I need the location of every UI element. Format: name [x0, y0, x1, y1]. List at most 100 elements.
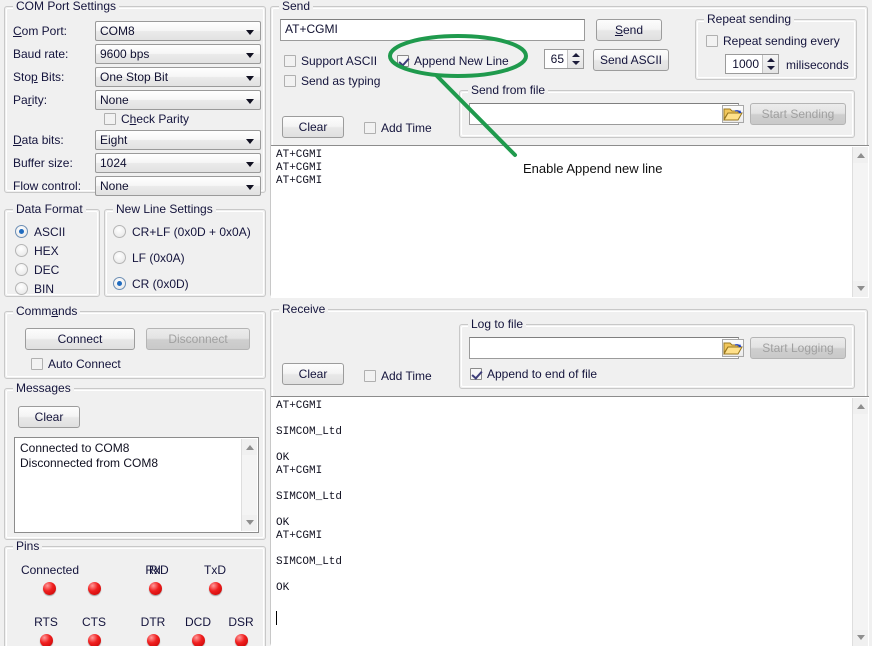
- checkbox-box: [706, 35, 718, 47]
- append-new-line-checkbox[interactable]: Append New Line: [397, 54, 509, 68]
- checkbox-box: [31, 358, 43, 370]
- text-caret: [276, 611, 277, 625]
- scroll-down-icon[interactable]: [853, 281, 868, 297]
- send-button[interactable]: Send: [596, 19, 662, 41]
- repeat-interval-stepper[interactable]: 1000: [725, 54, 779, 74]
- chevron-down-icon: [246, 139, 254, 144]
- send-command-input[interactable]: AT+CGMI: [280, 19, 585, 41]
- receive-add-time-label: Add Time: [381, 369, 432, 383]
- stop-bits-value: One Stop Bit: [100, 70, 168, 84]
- scroll-up-icon[interactable]: [853, 398, 868, 414]
- send-from-file-group: Send from file Start Sending: [459, 90, 855, 138]
- baud-rate-label: Baud rate:: [13, 47, 68, 61]
- send-as-typing-checkbox[interactable]: Send as typing: [284, 74, 380, 88]
- scroll-up-icon[interactable]: [242, 439, 257, 455]
- commands-group: Commands Connect Disconnect Auto Connect: [4, 311, 266, 379]
- check-parity-checkbox[interactable]: Check Parity: [104, 112, 189, 126]
- send-clear-button[interactable]: Clear: [282, 116, 344, 138]
- stepper-down-icon[interactable]: [763, 64, 778, 73]
- baud-rate-value: 9600 bps: [100, 47, 149, 61]
- data-format-bin-label: BIN: [34, 282, 54, 296]
- start-logging-button: Start Logging: [750, 337, 846, 359]
- checkbox-box: [284, 55, 296, 67]
- flow-control-combo[interactable]: None: [95, 176, 261, 196]
- log-to-file-group: Log to file Start Logging: [459, 324, 855, 389]
- data-format-ascii-label: ASCII: [34, 225, 65, 239]
- checkbox-box: [364, 122, 376, 134]
- data-format-hex-radio[interactable]: HEX: [15, 244, 59, 258]
- radio-dot: [113, 225, 126, 238]
- stop-bits-combo[interactable]: One Stop Bit: [95, 67, 261, 87]
- parity-combo[interactable]: None: [95, 90, 261, 110]
- pins-group: Pins Connected RI RxD TxD RTS CTS DTR DC…: [4, 546, 266, 646]
- repeat-interval-value: 1000: [726, 55, 762, 73]
- chevron-down-icon: [246, 30, 254, 35]
- stepper-buttons[interactable]: [567, 50, 583, 68]
- scroll-down-icon[interactable]: [853, 630, 868, 646]
- new-line-lf-radio[interactable]: LF (0x0A): [113, 251, 185, 265]
- radio-dot: [15, 263, 28, 276]
- pin-led-txd: [209, 582, 222, 595]
- send-log-scrollbar[interactable]: [852, 147, 868, 297]
- stepper-buttons[interactable]: [762, 55, 778, 73]
- chevron-down-icon: [246, 185, 254, 190]
- stepper-up-icon[interactable]: [568, 50, 583, 59]
- scroll-down-icon[interactable]: [242, 515, 257, 531]
- data-format-dec-radio[interactable]: DEC: [15, 263, 59, 277]
- connect-button[interactable]: Connect: [25, 328, 135, 350]
- folder-open-icon[interactable]: [722, 339, 744, 357]
- baud-rate-combo[interactable]: 9600 bps: [95, 44, 261, 64]
- data-format-dec-label: DEC: [34, 263, 59, 277]
- send-from-file-path-input[interactable]: [469, 103, 739, 125]
- pin-led-connected: [43, 582, 56, 595]
- data-format-ascii-radio[interactable]: ASCII: [15, 225, 65, 239]
- scroll-up-icon[interactable]: [853, 147, 868, 163]
- stepper-up-icon[interactable]: [763, 55, 778, 64]
- messages-clear-button[interactable]: Clear: [18, 406, 80, 428]
- send-ascii-button[interactable]: Send ASCII: [593, 49, 669, 71]
- start-sending-button: Start Sending: [750, 103, 846, 125]
- folder-open-icon[interactable]: [722, 105, 744, 123]
- repeat-sending-checkbox[interactable]: Repeat sending every: [706, 34, 840, 48]
- data-bits-combo[interactable]: Eight: [95, 130, 261, 150]
- radio-dot: [15, 225, 28, 238]
- parity-value: None: [100, 93, 129, 107]
- stop-bits-label: Stop Bits:: [13, 70, 64, 84]
- pin-label-dsr: DSR: [211, 615, 271, 629]
- new-line-crlf-radio[interactable]: CR+LF (0x0D + 0x0A): [113, 225, 251, 239]
- buffer-size-combo[interactable]: 1024: [95, 153, 261, 173]
- receive-clear-button[interactable]: Clear: [282, 363, 344, 385]
- support-ascii-checkbox[interactable]: Support ASCII: [284, 54, 377, 68]
- parity-label: Parity:: [13, 93, 47, 107]
- new-line-cr-radio[interactable]: CR (0x0D): [113, 277, 189, 291]
- com-port-combo[interactable]: COM8: [95, 21, 261, 41]
- stepper-down-icon[interactable]: [568, 59, 583, 68]
- receive-log-scrollbar[interactable]: [852, 398, 868, 646]
- ascii-code-stepper[interactable]: 65: [544, 49, 584, 69]
- checkbox-box: [104, 113, 116, 125]
- pin-led-rxd: [149, 582, 162, 595]
- messages-log-area[interactable]: Connected to COM8 Disconnected from COM8: [14, 437, 259, 533]
- append-to-end-of-file-checkbox[interactable]: Append to end of file: [470, 367, 597, 381]
- data-bits-label: Data bits:: [13, 133, 64, 147]
- data-format-bin-radio[interactable]: BIN: [15, 282, 54, 296]
- messages-scrollbar[interactable]: [241, 439, 257, 531]
- data-bits-value: Eight: [100, 133, 127, 147]
- send-group: Send AT+CGMI Send Support ASCII Append N…: [270, 6, 868, 297]
- log-to-file-path-input[interactable]: [469, 337, 739, 359]
- data-format-group: Data Format ASCII HEX DEC BIN: [4, 209, 100, 297]
- buffer-size-label: Buffer size:: [13, 156, 73, 170]
- pin-label-rxd: RxD: [127, 563, 187, 577]
- pin-led-rts: [40, 634, 53, 646]
- send-add-time-checkbox[interactable]: Add Time: [364, 121, 432, 135]
- auto-connect-checkbox[interactable]: Auto Connect: [31, 357, 121, 371]
- receive-add-time-checkbox[interactable]: Add Time: [364, 369, 432, 383]
- new-line-settings-group: New Line Settings CR+LF (0x0D + 0x0A) LF…: [104, 209, 266, 297]
- messages-log-text: Connected to COM8 Disconnected from COM8: [20, 441, 240, 532]
- send-add-time-label: Add Time: [381, 121, 432, 135]
- repeat-interval-unit-label: miliseconds: [786, 58, 849, 72]
- com-port-value: COM8: [100, 24, 135, 38]
- disconnect-button: Disconnect: [146, 328, 250, 350]
- receive-log-area[interactable]: AT+CGMI SIMCOM_Ltd OK AT+CGMI SIMCOM_Ltd…: [271, 396, 869, 646]
- new-line-cr-label: CR (0x0D): [132, 277, 189, 291]
